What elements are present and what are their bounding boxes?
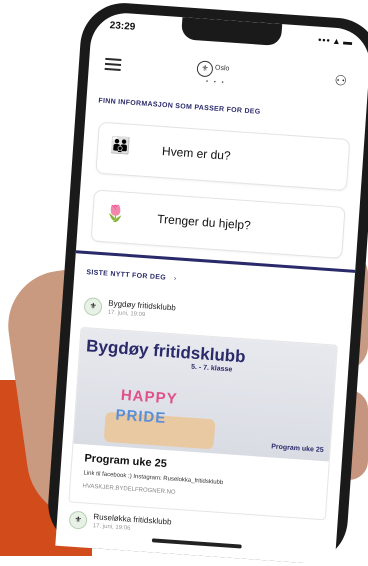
news-post-card[interactable]: Bygdøy fritidsklubb 5. - 7. klasse HAPPY… bbox=[68, 326, 338, 521]
banner-candles-bottom: PRIDE bbox=[114, 406, 167, 427]
flowers-icon: 🌷 bbox=[104, 205, 127, 224]
post-title: Program uke 25 bbox=[84, 452, 168, 471]
home-indicator[interactable] bbox=[151, 538, 242, 549]
post-link[interactable]: HVASKJER.BYDELFROGNER.NO bbox=[82, 483, 175, 495]
user-filter-icon[interactable]: ⚇ bbox=[334, 72, 355, 89]
club-logo-icon: ⚜ bbox=[68, 510, 88, 530]
oslo-seal-icon: ⚜ bbox=[196, 60, 214, 78]
banner-candles-top: HAPPY bbox=[120, 386, 179, 408]
post-image: Bygdøy fritidsklubb 5. - 7. klasse HAPPY… bbox=[73, 327, 337, 462]
chevron-right-icon: › bbox=[173, 275, 177, 283]
menu-icon[interactable] bbox=[104, 57, 122, 71]
news-heading[interactable]: SISTE NYTT FOR DEG › bbox=[86, 269, 177, 282]
news-heading-text: SISTE NYTT FOR DEG bbox=[86, 269, 167, 282]
news-source: ⚜ Ruseløkka fritidsklubb 17. juni, 19:06 bbox=[68, 510, 172, 532]
news-source: ⚜ Bygdøy fritidsklubb 17. juni, 19:09 bbox=[83, 297, 176, 318]
source-date: 17. juni, 19:09 bbox=[107, 309, 146, 319]
source-date: 17. juni, 19:06 bbox=[92, 523, 131, 532]
banner-title: Bygdøy fritidsklubb bbox=[85, 336, 247, 367]
card-trenger-du-hjelp[interactable]: 🌷 Trenger du hjelp? bbox=[90, 189, 346, 259]
phone: 23:29 ••• ▴ ▬ ⚜ Oslo • • • ⚇ FINN INFORM… bbox=[45, 0, 368, 566]
banner-tag: Program uke 25 bbox=[270, 443, 324, 455]
banner-subtitle: 5. - 7. klasse bbox=[190, 363, 233, 374]
status-icons: ••• ▴ ▬ bbox=[317, 34, 354, 48]
find-info-heading: FINN INFORMASJON SOM PASSER FOR DEG bbox=[98, 97, 261, 116]
top-navbar: ⚜ Oslo • • • ⚇ bbox=[88, 47, 368, 100]
card-label: Trenger du hjelp? bbox=[156, 211, 252, 233]
card-label: Hvem er du? bbox=[161, 144, 232, 163]
club-logo-icon: ⚜ bbox=[83, 297, 103, 317]
status-time: 23:29 bbox=[109, 20, 136, 33]
card-hvem-er-du[interactable]: 👪 Hvem er du? bbox=[95, 121, 351, 192]
post-description: Link til facebook :) Instagram: Ruselokk… bbox=[83, 470, 224, 487]
people-icon: 👪 bbox=[109, 137, 131, 156]
page-indicator: • • • bbox=[205, 78, 226, 87]
logo-text: Oslo bbox=[214, 64, 230, 73]
phone-screen: 23:29 ••• ▴ ▬ ⚜ Oslo • • • ⚇ FINN INFORM… bbox=[55, 10, 368, 566]
